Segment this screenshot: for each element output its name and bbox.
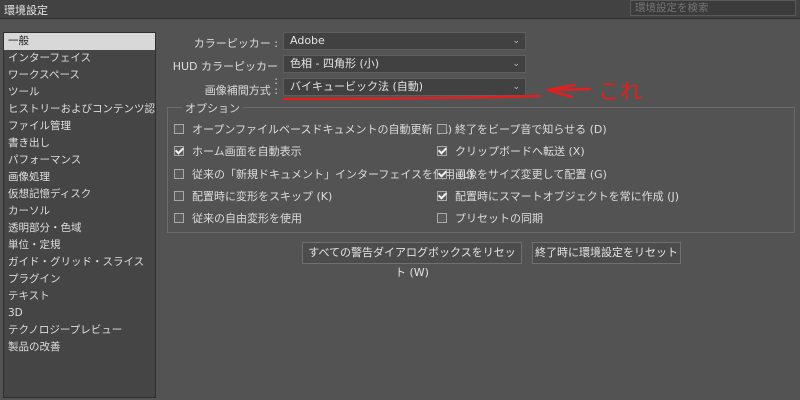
sidebar-item-technology-previews[interactable]: テクノロジープレビュー bbox=[4, 322, 155, 339]
checkbox-checked[interactable] bbox=[437, 146, 447, 156]
option-label: クリップボードへ転送 (X) bbox=[455, 145, 585, 158]
hud-color-picker-value: 色相 - 四角形 (小) bbox=[290, 57, 380, 70]
option-show-home-screen[interactable]: ホーム画面を自動表示 bbox=[174, 143, 302, 159]
option-label: 配置時にスマートオブジェクトを常に作成 (J) bbox=[455, 190, 679, 203]
sidebar-item-performance[interactable]: パフォーマンス bbox=[4, 152, 155, 169]
option-label: 配置時に変形をスキップ (K) bbox=[192, 190, 333, 203]
sidebar-item-image-processing[interactable]: 画像処理 bbox=[4, 169, 155, 186]
window-title: 環境設定 bbox=[4, 4, 48, 17]
reset-preferences-on-quit-button[interactable]: 終了時に環境設定をリセット bbox=[532, 242, 681, 264]
option-label: 従来の「新規ドキュメント」インターフェイスを使用 (L) bbox=[192, 168, 474, 181]
checkbox[interactable] bbox=[174, 124, 184, 134]
sidebar-item-transparency-gamut[interactable]: 透明部分・色域 bbox=[4, 220, 155, 237]
sidebar-item-3d[interactable]: 3D bbox=[4, 305, 155, 322]
sidebar-item-product-improvement[interactable]: 製品の改善 bbox=[4, 339, 155, 356]
options-legend: オプション bbox=[182, 100, 243, 116]
option-label: 画像をサイズ変更して配置 (G) bbox=[455, 168, 607, 181]
sidebar-item-units-rulers[interactable]: 単位・定規 bbox=[4, 237, 155, 254]
chevron-down-icon: ⌄ bbox=[512, 36, 520, 46]
title-bar: 環境設定 bbox=[0, 0, 800, 19]
interpolation-select[interactable]: バイキュービック法 (自動) ⌄ bbox=[283, 78, 526, 96]
option-label: ホーム画面を自動表示 bbox=[192, 145, 302, 158]
checkbox-checked[interactable] bbox=[174, 146, 184, 156]
sidebar-item-export[interactable]: 書き出し bbox=[4, 135, 155, 152]
interpolation-value: バイキュービック法 (自動) bbox=[290, 80, 424, 93]
sidebar-item-tools[interactable]: ツール bbox=[4, 84, 155, 101]
checkbox[interactable] bbox=[174, 169, 184, 179]
sidebar-item-plugins[interactable]: プラグイン bbox=[4, 271, 155, 288]
checkbox-checked[interactable] bbox=[437, 191, 447, 201]
annotation-text: これ bbox=[598, 80, 642, 105]
option-label: 終了をビープ音で知らせる (D) bbox=[455, 123, 607, 136]
color-picker-select[interactable]: Adobe ⌄ bbox=[283, 32, 526, 50]
preferences-search-input[interactable] bbox=[630, 0, 796, 16]
checkbox[interactable] bbox=[174, 191, 184, 201]
sidebar-item-scratch-disks[interactable]: 仮想記憶ディスク bbox=[4, 186, 155, 203]
color-picker-label: カラーピッカー : bbox=[193, 37, 278, 50]
chevron-down-icon: ⌄ bbox=[512, 59, 520, 69]
option-always-create-smart-objects[interactable]: 配置時にスマートオブジェクトを常に作成 (J) bbox=[437, 188, 679, 204]
option-auto-update-open-docs[interactable]: オープンファイルベースドキュメントの自動更新 (A) bbox=[174, 121, 452, 137]
underline-stroke bbox=[282, 94, 542, 101]
color-picker-value: Adobe bbox=[290, 34, 325, 47]
option-legacy-free-transform[interactable]: 従来の自由変形を使用 bbox=[174, 210, 302, 226]
option-skip-transform-on-place[interactable]: 配置時に変形をスキップ (K) bbox=[174, 188, 332, 204]
option-label: 従来の自由変形を使用 bbox=[192, 212, 302, 225]
hud-color-picker-select[interactable]: 色相 - 四角形 (小) ⌄ bbox=[283, 55, 526, 73]
arrow-shaft-stroke bbox=[546, 87, 592, 92]
checkbox[interactable] bbox=[437, 213, 447, 223]
checkbox[interactable] bbox=[174, 213, 184, 223]
sidebar-item-general[interactable]: 一般 bbox=[4, 33, 155, 50]
option-label: プリセットの同期 bbox=[455, 212, 543, 225]
option-beep-when-done[interactable]: 終了をビープ音で知らせる (D) bbox=[437, 121, 607, 137]
interpolation-label: 画像補間方式 : bbox=[204, 84, 278, 97]
chevron-down-icon: ⌄ bbox=[512, 82, 520, 92]
preferences-sidebar: 一般 インターフェイス ワークスペース ツール ヒストリーおよびコンテンツ認証情… bbox=[3, 32, 156, 398]
sidebar-item-file-handling[interactable]: ファイル管理 bbox=[4, 118, 155, 135]
sidebar-item-interface[interactable]: インターフェイス bbox=[4, 50, 155, 67]
option-legacy-new-document[interactable]: 従来の「新規ドキュメント」インターフェイスを使用 (L) bbox=[174, 166, 473, 182]
sidebar-item-type[interactable]: テキスト bbox=[4, 288, 155, 305]
sidebar-item-cursors[interactable]: カーソル bbox=[4, 203, 155, 220]
option-resize-image-during-place[interactable]: 画像をサイズ変更して配置 (G) bbox=[437, 166, 607, 182]
arrow-head-stroke bbox=[546, 83, 577, 99]
option-sync-presets[interactable]: プリセットの同期 bbox=[437, 210, 543, 226]
option-export-clipboard[interactable]: クリップボードへ転送 (X) bbox=[437, 143, 585, 159]
sidebar-item-history-content-credentials[interactable]: ヒストリーおよびコンテンツ認証情報 bbox=[4, 101, 155, 118]
option-label: オープンファイルベースドキュメントの自動更新 (A) bbox=[192, 123, 453, 136]
checkbox[interactable] bbox=[437, 124, 447, 134]
sidebar-item-workspace[interactable]: ワークスペース bbox=[4, 67, 155, 84]
reset-warning-dialogs-button[interactable]: すべての警告ダイアログボックスをリセット (W) bbox=[302, 242, 522, 279]
sidebar-item-guides-grid-slices[interactable]: ガイド・グリッド・スライス bbox=[4, 254, 155, 271]
checkbox-checked[interactable] bbox=[437, 169, 447, 179]
